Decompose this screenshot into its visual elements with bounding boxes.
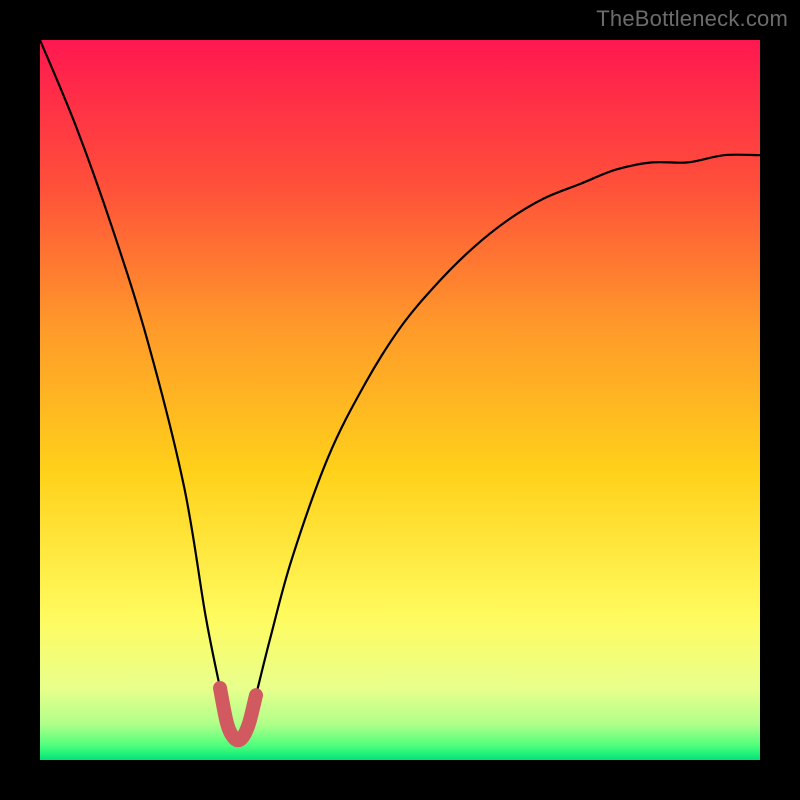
optimal-range-highlight xyxy=(220,688,256,740)
watermark-text: TheBottleneck.com xyxy=(596,6,788,32)
bottleneck-curve xyxy=(40,40,760,740)
chart-frame: TheBottleneck.com xyxy=(0,0,800,800)
bottleneck-curve-layer xyxy=(40,40,760,760)
plot-area xyxy=(40,40,760,760)
